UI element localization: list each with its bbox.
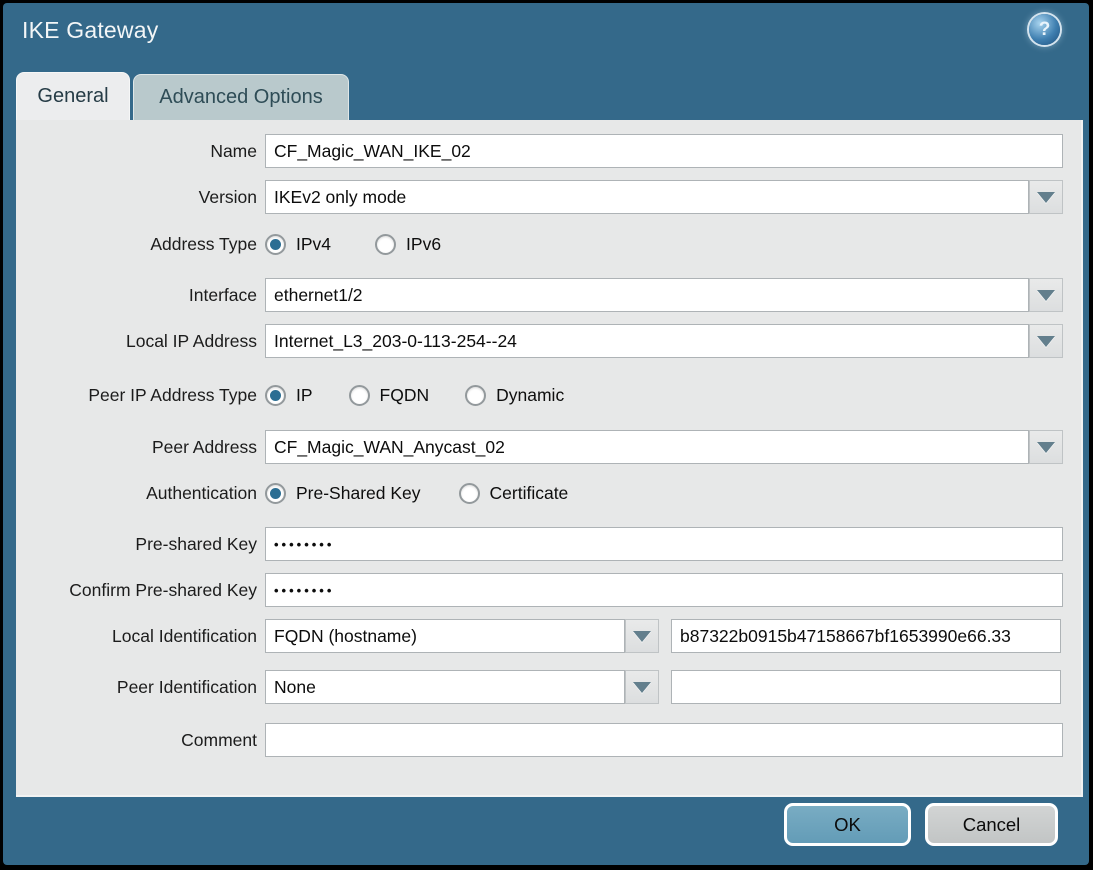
chevron-down-icon (1037, 192, 1055, 203)
local-ip-select[interactable]: Internet_L3_203-0-113-254--24 (265, 324, 1029, 358)
radio-fqdn-label: FQDN (380, 385, 430, 406)
tab-general[interactable]: General (16, 72, 130, 120)
version-label: Version (20, 180, 257, 214)
radio-circle-psk (265, 483, 286, 504)
local-identification-type-select[interactable]: FQDN (hostname) (265, 619, 625, 653)
local-identification-row: Local Identification FQDN (hostname) (3, 619, 1093, 653)
radio-ip[interactable]: IP (265, 385, 313, 406)
confirm-pre-shared-key-label: Confirm Pre-shared Key (20, 573, 257, 607)
chevron-down-icon (1037, 442, 1055, 453)
peer-address-dropdown-button[interactable] (1029, 430, 1063, 464)
radio-ipv6[interactable]: IPv6 (375, 234, 441, 255)
radio-circle-ip (265, 385, 286, 406)
peer-address-label: Peer Address (20, 430, 257, 464)
chevron-down-icon (1037, 336, 1055, 347)
address-type-label: Address Type (20, 227, 257, 261)
chevron-down-icon (1037, 290, 1055, 301)
local-identification-value-input[interactable] (671, 619, 1061, 653)
peer-identification-value-input[interactable] (671, 670, 1061, 704)
confirm-pre-shared-key-input[interactable] (265, 573, 1063, 607)
version-select[interactable]: IKEv2 only mode (265, 180, 1029, 214)
help-icon[interactable]: ? (1029, 14, 1060, 45)
version-dropdown-button[interactable] (1029, 180, 1063, 214)
radio-dynamic-label: Dynamic (496, 385, 564, 406)
radio-ip-label: IP (296, 385, 313, 406)
interface-select[interactable]: ethernet1/2 (265, 278, 1029, 312)
peer-identification-row: Peer Identification None (3, 670, 1093, 704)
question-mark-glyph: ? (1039, 19, 1051, 41)
radio-psk-label: Pre-Shared Key (296, 483, 421, 504)
authentication-row: Pre-Shared Key Certificate (265, 478, 568, 508)
interface-label: Interface (20, 278, 257, 312)
version-row: Version IKEv2 only mode (3, 180, 1093, 214)
interface-row: Interface ethernet1/2 (3, 278, 1093, 312)
radio-ipv6-label: IPv6 (406, 234, 441, 255)
chevron-down-icon (633, 682, 651, 693)
radio-pre-shared-key[interactable]: Pre-Shared Key (265, 483, 421, 504)
radio-circle-fqdn (349, 385, 370, 406)
local-ip-row: Local IP Address Internet_L3_203-0-113-2… (3, 324, 1093, 358)
peer-ip-type-label: Peer IP Address Type (20, 378, 257, 412)
name-input[interactable] (265, 134, 1063, 168)
radio-certificate[interactable]: Certificate (459, 483, 569, 504)
local-identification-label: Local Identification (20, 619, 257, 653)
cancel-button-label: Cancel (963, 814, 1021, 836)
radio-ipv4[interactable]: IPv4 (265, 234, 331, 255)
comment-row: Comment (3, 723, 1093, 757)
radio-circle-ipv6 (375, 234, 396, 255)
name-row: Name (3, 134, 1093, 168)
comment-input[interactable] (265, 723, 1063, 757)
peer-identification-dropdown-button[interactable] (625, 670, 659, 704)
peer-identification-label: Peer Identification (20, 670, 257, 704)
local-ip-label: Local IP Address (20, 324, 257, 358)
name-label: Name (20, 134, 257, 168)
radio-circle-certificate (459, 483, 480, 504)
tab-advanced-options[interactable]: Advanced Options (133, 74, 349, 120)
chevron-down-icon (633, 631, 651, 642)
peer-address-select[interactable]: CF_Magic_WAN_Anycast_02 (265, 430, 1029, 464)
radio-circle-ipv4 (265, 234, 286, 255)
peer-address-row: Peer Address CF_Magic_WAN_Anycast_02 (3, 430, 1093, 464)
peer-identification-type-select[interactable]: None (265, 670, 625, 704)
ok-button-label: OK (834, 814, 861, 836)
dialog-title: IKE Gateway (22, 17, 158, 44)
pre-shared-key-row: Pre-shared Key (3, 527, 1093, 561)
dialog-window: IKE Gateway ? General Advanced Options N… (3, 3, 1089, 865)
pre-shared-key-input[interactable] (265, 527, 1063, 561)
confirm-pre-shared-key-row: Confirm Pre-shared Key (3, 573, 1093, 607)
ike-gateway-dialog: IKE Gateway ? General Advanced Options N… (0, 0, 1093, 870)
tab-advanced-options-label: Advanced Options (159, 86, 322, 109)
pre-shared-key-label: Pre-shared Key (20, 527, 257, 561)
interface-dropdown-button[interactable] (1029, 278, 1063, 312)
comment-label: Comment (20, 723, 257, 757)
address-type-row: IPv4 IPv6 (265, 229, 441, 259)
cancel-button[interactable]: Cancel (925, 803, 1058, 846)
radio-certificate-label: Certificate (490, 483, 569, 504)
peer-ip-type-row: IP FQDN Dynamic (265, 380, 564, 410)
ok-button[interactable]: OK (784, 803, 911, 846)
radio-fqdn[interactable]: FQDN (349, 385, 430, 406)
authentication-label: Authentication (20, 476, 257, 510)
radio-circle-dynamic (465, 385, 486, 406)
radio-dynamic[interactable]: Dynamic (465, 385, 564, 406)
radio-ipv4-label: IPv4 (296, 234, 331, 255)
local-identification-dropdown-button[interactable] (625, 619, 659, 653)
local-ip-dropdown-button[interactable] (1029, 324, 1063, 358)
tab-general-label: General (37, 85, 108, 108)
